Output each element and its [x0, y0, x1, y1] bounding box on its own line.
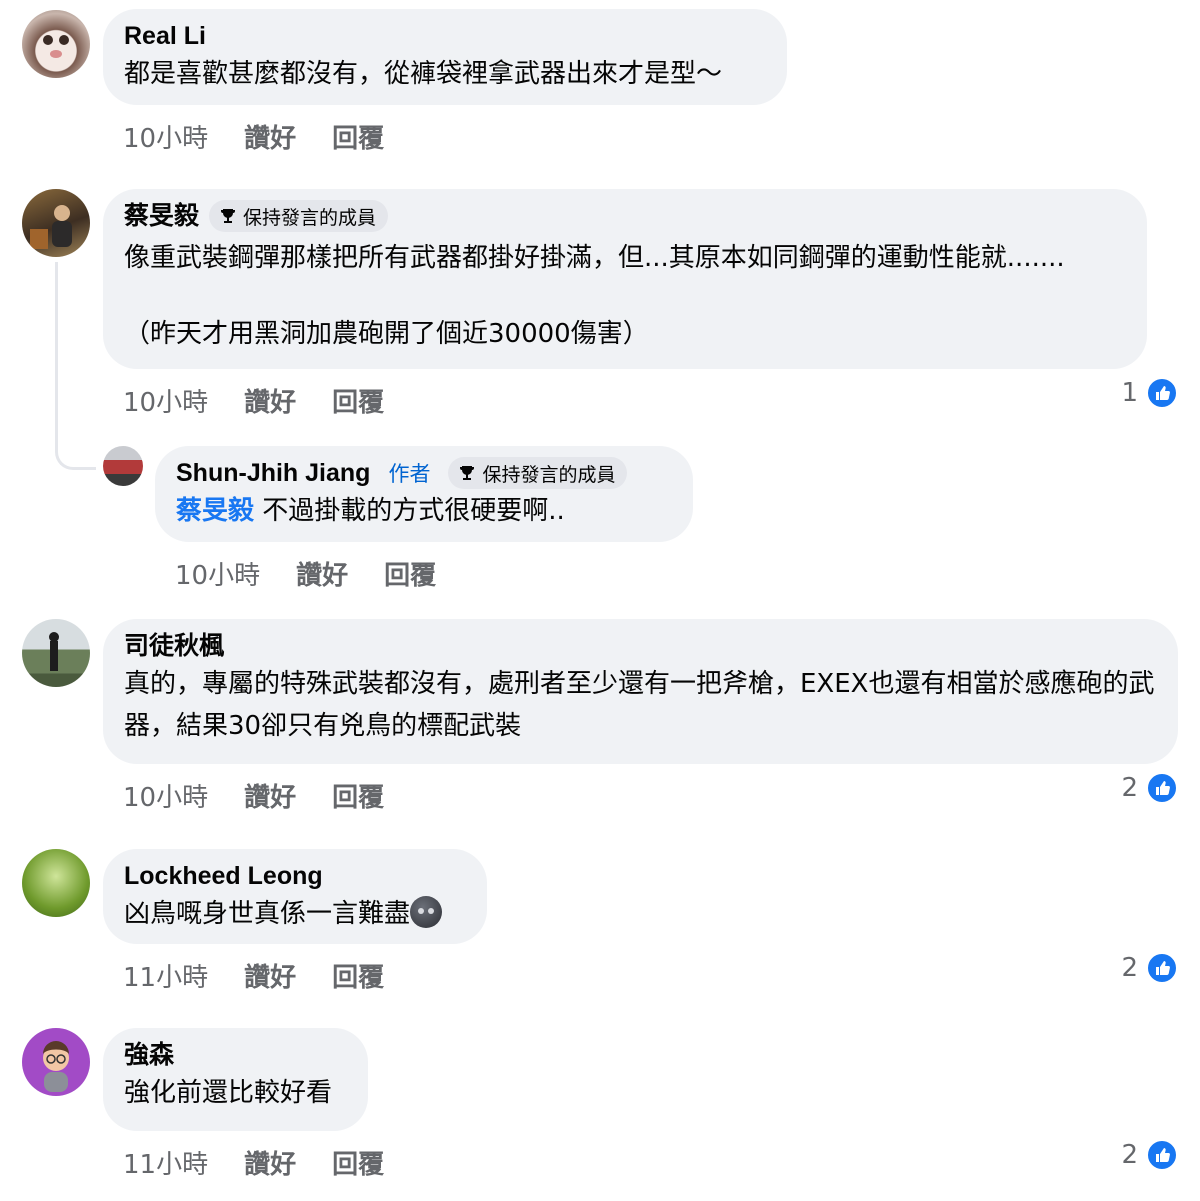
reaction-count[interactable]: 2	[1121, 1139, 1178, 1171]
trophy-icon	[460, 466, 475, 480]
trophy-icon	[221, 209, 236, 223]
comment-text: 強化前還比較好看	[124, 1078, 333, 1108]
thumbs-up-icon	[1146, 772, 1178, 804]
author-name[interactable]: 司徒秋楓	[124, 629, 1157, 663]
author-name[interactable]: 蔡旻毅	[124, 199, 199, 233]
comment-text: 凶鳥嘅身世真係一言難盡	[124, 899, 411, 929]
like-button[interactable]: 讚好	[244, 1144, 296, 1181]
reply-button[interactable]: 回覆	[332, 382, 384, 419]
member-badge[interactable]: 保持發言的成員	[209, 200, 389, 232]
like-button[interactable]: 讚好	[244, 777, 296, 814]
comment-actions: 10小時 讚好 回覆	[123, 777, 384, 814]
reply-button[interactable]: 回覆	[332, 777, 384, 814]
member-badge[interactable]: 保持發言的成員	[448, 457, 628, 489]
reply-button[interactable]: 回覆	[384, 555, 436, 592]
avatar[interactable]	[103, 446, 143, 486]
thumbs-up-icon	[1146, 952, 1178, 984]
timestamp[interactable]: 10小時	[123, 382, 208, 419]
comment-bubble: Lockheed Leong 凶鳥嘅身世真係一言難盡	[103, 849, 487, 944]
reaction-count[interactable]: 2	[1121, 952, 1178, 984]
comment-bubble: 司徒秋楓 真的，專屬的特殊武裝都沒有，處刑者至少還有一把斧槍，EXEX也還有相當…	[103, 619, 1178, 764]
comment-actions: 11小時 讚好 回覆	[123, 1144, 384, 1181]
avatar[interactable]	[22, 189, 90, 257]
like-count: 2	[1121, 773, 1138, 803]
author-name[interactable]: Lockheed Leong	[124, 859, 466, 893]
like-button[interactable]: 讚好	[244, 118, 296, 155]
reply-button[interactable]: 回覆	[332, 1144, 384, 1181]
comment-bubble: Real Li 都是喜歡甚麼都沒有，從褲袋裡拿武器出來才是型～	[103, 9, 787, 105]
timestamp[interactable]: 10小時	[123, 777, 208, 814]
comment-text: 真的，專屬的特殊武裝都沒有，處刑者至少還有一把斧槍，EXEX也還有相當於感應砲的…	[124, 669, 1155, 741]
thread-line	[55, 262, 96, 470]
dark-face-emoji-icon	[410, 896, 443, 928]
comment-actions: 10小時 讚好 回覆	[123, 118, 384, 155]
like-count: 1	[1121, 378, 1138, 408]
reply-button[interactable]: 回覆	[332, 957, 384, 994]
thumbs-up-icon	[1146, 1139, 1178, 1171]
timestamp[interactable]: 10小時	[123, 118, 208, 155]
comment-text: 都是喜歡甚麼都沒有，從褲袋裡拿武器出來才是型～	[124, 59, 723, 89]
comment-text: 不過掛載的方式很硬要啊..	[262, 496, 565, 526]
comment-actions: 10小時 讚好 回覆	[123, 382, 384, 419]
like-button[interactable]: 讚好	[244, 382, 296, 419]
like-count: 2	[1121, 953, 1138, 983]
comment-actions: 11小時 讚好 回覆	[123, 957, 384, 994]
reply-button[interactable]: 回覆	[332, 118, 384, 155]
badge-label: 保持發言的成員	[243, 206, 377, 229]
timestamp[interactable]: 11小時	[123, 1144, 208, 1181]
author-name[interactable]: Shun-Jhih Jiang	[176, 456, 370, 490]
comment-text-2: （昨天才用黑洞加農砲開了個近30000傷害）	[124, 319, 649, 349]
like-count: 2	[1121, 1140, 1138, 1170]
avatar[interactable]	[22, 10, 90, 78]
timestamp[interactable]: 10小時	[175, 555, 260, 592]
comment-bubble: Shun-Jhih Jiang 作者 保持發言的成員 蔡旻毅 不過掛載的方式很硬…	[155, 446, 693, 542]
like-button[interactable]: 讚好	[244, 957, 296, 994]
author-tag: 作者	[388, 462, 431, 486]
mention-link[interactable]: 蔡旻毅	[176, 496, 254, 526]
avatar[interactable]	[22, 1028, 90, 1096]
comment-text: 像重武裝鋼彈那樣把所有武器都掛好掛滿，但...其原本如同鋼彈的運動性能就....…	[124, 243, 1065, 273]
author-name[interactable]: 強森	[124, 1038, 347, 1072]
comment-bubble: 強森 強化前還比較好看	[103, 1028, 368, 1131]
comment-bubble: 蔡旻毅 保持發言的成員 像重武裝鋼彈那樣把所有武器都掛好掛滿，但...其原本如同…	[103, 189, 1147, 369]
comment-actions: 10小時 讚好 回覆	[175, 555, 436, 592]
reaction-count[interactable]: 2	[1121, 772, 1178, 804]
timestamp[interactable]: 11小時	[123, 957, 208, 994]
reaction-count[interactable]: 1	[1121, 377, 1178, 409]
avatar[interactable]	[22, 619, 90, 687]
like-button[interactable]: 讚好	[296, 555, 348, 592]
author-name[interactable]: Real Li	[124, 19, 766, 53]
badge-label: 保持發言的成員	[482, 463, 616, 486]
avatar[interactable]	[22, 849, 90, 917]
thumbs-up-icon	[1146, 377, 1178, 409]
